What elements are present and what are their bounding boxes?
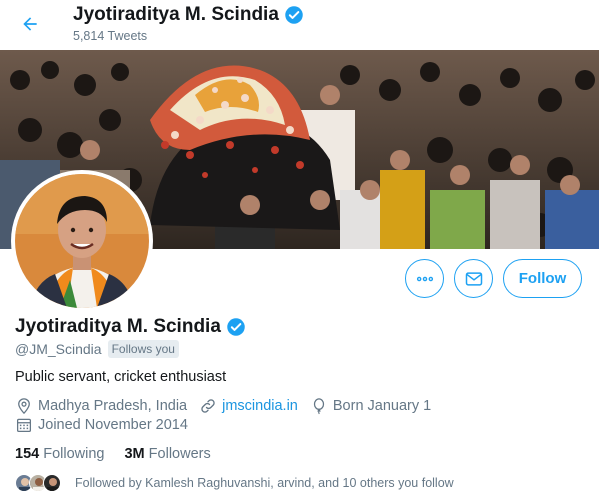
avatar-image — [15, 174, 149, 308]
profile-meta: Madhya Pradesh, India jmscindia.in Born … — [15, 397, 443, 415]
avatar — [43, 474, 61, 492]
follow-button[interactable]: Follow — [503, 259, 582, 298]
following-count: 154 — [15, 446, 40, 462]
more-horizontal-icon — [416, 276, 433, 281]
birthday-item: Born January 1 — [310, 397, 431, 415]
link-icon — [201, 399, 215, 413]
header-name-row: Jyotiraditya M. Scindia — [73, 4, 304, 26]
profile-handle: @JM_Scindia — [15, 341, 102, 357]
joined-item: Joined November 2014 — [15, 416, 188, 434]
top-bar: Jyotiraditya M. Scindia 5,814 Tweets — [0, 0, 599, 50]
envelope-icon — [465, 271, 482, 286]
profile-bio: Public servant, cricket enthusiast — [15, 369, 227, 385]
avatar — [15, 174, 149, 308]
location-item: Madhya Pradesh, India — [15, 397, 187, 415]
followed-by-row: Followed by Kamlesh Raghuvanshi, arvind,… — [15, 474, 454, 492]
profile-name-row: Jyotiraditya M. Scindia — [15, 316, 246, 338]
more-options-button[interactable] — [405, 259, 444, 298]
handle-row: @JM_Scindia Follows you — [15, 340, 179, 358]
followers-count-link[interactable]: 3M Followers — [124, 446, 210, 462]
follows-you-badge: Follows you — [107, 340, 179, 358]
follow-counts: 154 Following 3M Followers — [15, 446, 211, 462]
followers-label: Followers — [148, 446, 211, 462]
followed-by-text[interactable]: Followed by Kamlesh Raghuvanshi, arvind,… — [75, 476, 454, 490]
calendar-icon — [16, 418, 32, 433]
message-button[interactable] — [454, 259, 493, 298]
website-item: jmscindia.in — [199, 397, 298, 415]
balloon-icon — [313, 398, 325, 415]
followers-count: 3M — [124, 446, 145, 462]
follower-avatars — [15, 474, 61, 492]
header-name: Jyotiraditya M. Scindia — [73, 4, 279, 25]
back-button[interactable] — [14, 8, 46, 40]
following-label: Following — [43, 446, 105, 462]
joined-text: Joined November 2014 — [38, 417, 188, 433]
following-count-link[interactable]: 154 Following — [15, 446, 104, 462]
arrow-left-icon — [23, 17, 37, 31]
tweet-count: 5,814 Tweets — [73, 29, 148, 43]
location-text: Madhya Pradesh, India — [38, 398, 188, 414]
location-pin-icon — [18, 398, 30, 415]
verified-badge-icon — [285, 6, 303, 24]
website-link[interactable]: jmscindia.in — [222, 398, 298, 414]
profile-avatar[interactable] — [11, 170, 153, 312]
profile-joined: Joined November 2014 — [15, 416, 200, 434]
verified-badge-icon — [227, 318, 245, 336]
birthday-text: Born January 1 — [332, 398, 432, 414]
profile-name: Jyotiraditya M. Scindia — [15, 316, 221, 337]
